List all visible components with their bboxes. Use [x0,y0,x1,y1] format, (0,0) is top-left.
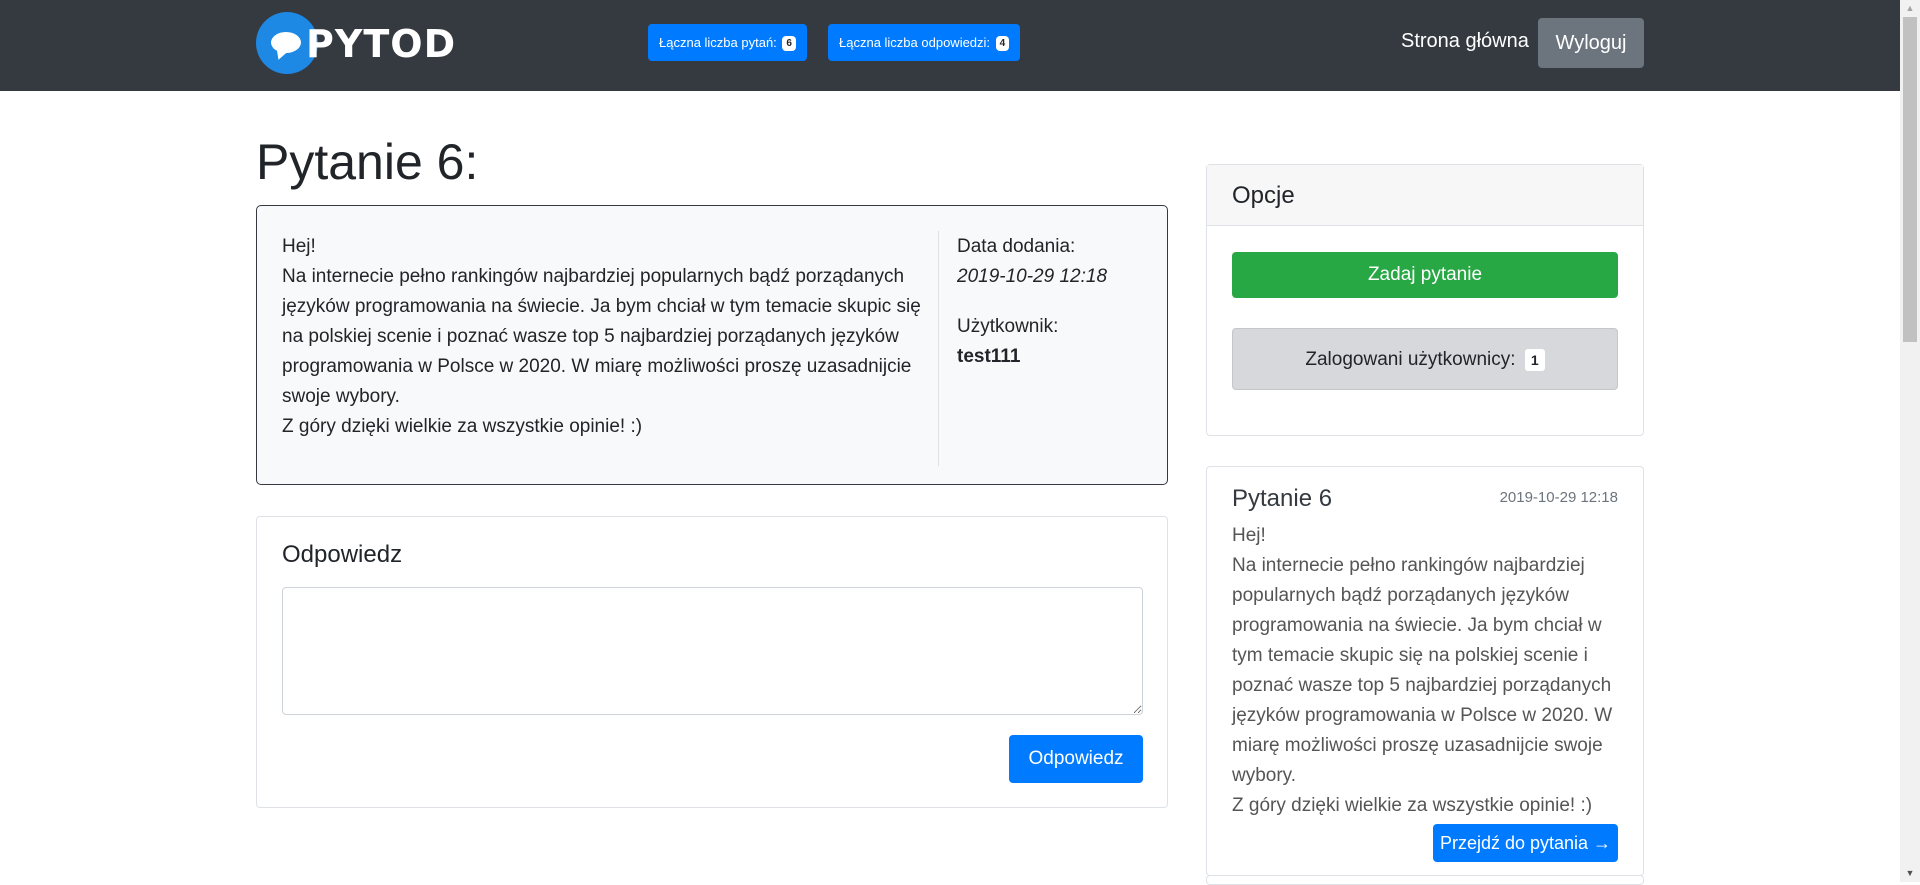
submit-answer-button[interactable]: Odpowiedz [1009,735,1143,783]
preview-date: 2019-10-29 12:18 [1499,489,1618,506]
user-value: test111 [957,346,1021,367]
date-value: 2019-10-29 12:18 [957,266,1108,287]
preview-body: Hej! Na internecie pełno rankingów najba… [1232,525,1613,816]
answer-textarea[interactable] [282,587,1143,715]
goto-question-button[interactable]: Przejdź do pytania → [1433,824,1618,862]
question-preview-card: Pytanie 6 2019-10-29 12:18 Hej! Na inter… [1206,466,1644,876]
question-card: Hej! Na internecie pełno rankingów najba… [256,205,1168,485]
total-questions-label: Łączna liczba pytań: [659,35,777,50]
total-answers-badge: 4 [995,36,1010,52]
logout-button[interactable]: Wyloguj [1538,18,1644,68]
options-header: Opcje [1207,165,1643,226]
logged-users-button[interactable]: Zalogowani użytkownicy: 1 [1232,328,1618,390]
logged-users-label: Zalogowani użytkownicy: [1305,349,1516,370]
scroll-down-arrow-icon[interactable]: ▼ [1900,865,1920,882]
divider [938,231,939,466]
logged-users-badge: 1 [1524,348,1545,371]
page-title: Pytanie 6: [256,134,479,190]
total-questions-badge: 6 [782,36,796,52]
total-questions-button[interactable]: Łączna liczba pytań: 6 [648,24,807,61]
next-card [1206,875,1644,885]
scroll-thumb[interactable] [1903,17,1917,342]
answer-form-title: Odpowiedz [282,541,403,568]
date-label: Data dodania: [957,236,1076,257]
home-link[interactable]: Strona główna [1401,30,1529,53]
ask-question-button[interactable]: Zadaj pytanie [1232,252,1618,298]
top-navbar: PYTOD Łączna liczba pytań: 6 Łączna licz… [0,0,1900,91]
question-body: Hej! Na internecie pełno rankingów najba… [282,236,921,437]
vertical-scrollbar[interactable]: ▲ ▼ [1900,0,1920,882]
logo-text: PYTOD [306,22,457,66]
answer-card: Odpowiedz Odpowiedz [256,516,1168,808]
app-logo[interactable]: PYTOD [256,12,456,74]
preview-title: Pytanie 6 [1232,485,1333,512]
total-answers-label: Łączna liczba odpowiedzi: [839,35,991,50]
total-answers-button[interactable]: Łączna liczba odpowiedzi: 4 [828,24,1021,61]
options-card: Opcje Zadaj pytanie Zalogowani użytkowni… [1206,164,1644,436]
question-meta: Data dodania: 2019-10-29 12:18 Użytkowni… [957,232,1107,372]
scroll-up-arrow-icon[interactable]: ▲ [1900,0,1920,17]
user-label: Użytkownik: [957,316,1059,337]
